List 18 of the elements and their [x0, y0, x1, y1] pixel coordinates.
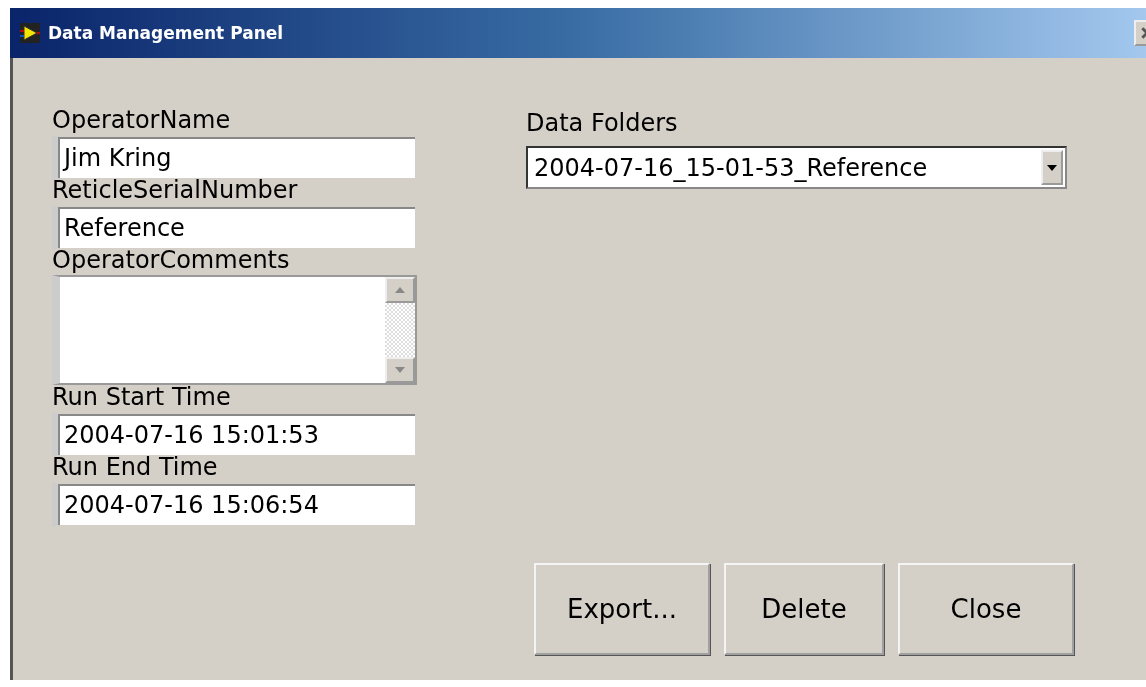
text-field[interactable]: Reference [52, 205, 417, 250]
down-arrow-icon [395, 367, 405, 373]
up-arrow-icon [395, 287, 405, 293]
dialog-button[interactable]: Close [898, 563, 1074, 655]
text-field[interactable]: Jim Kring [52, 135, 417, 180]
caret-icon [1047, 164, 1057, 171]
text-field[interactable]: 2004-07-16 15:06:54 [52, 482, 417, 527]
play-icon [20, 23, 40, 43]
comments-field[interactable] [52, 275, 417, 385]
field-label: Data Folders [526, 108, 678, 138]
text-field[interactable]: 2004-07-16 15:01:53 [52, 412, 417, 457]
folder-dropdown[interactable]: 2004-07-16_15-01-53_Reference [526, 146, 1067, 189]
scrollbar[interactable] [385, 277, 415, 383]
dialog-button[interactable]: Delete [724, 563, 884, 655]
field-label: OperatorName [52, 105, 231, 135]
field-label: Run Start Time [52, 382, 231, 412]
dialog-button[interactable]: Export... [534, 563, 710, 655]
window-title: Data Management Panel [48, 23, 284, 43]
